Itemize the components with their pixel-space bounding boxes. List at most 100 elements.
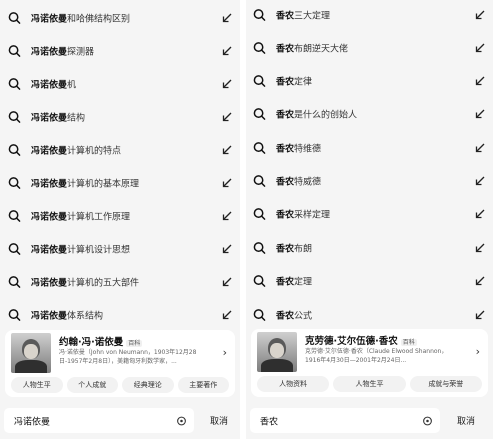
suggestion-item[interactable]: 香农三大定理 [246,0,493,31]
suggestion-text: 香农采样定理 [276,210,331,220]
search-icon [253,174,266,187]
card-tag[interactable]: 成就与荣誉 [409,376,482,392]
search-panel-left: 冯诺依曼和哈佛结构区别 冯诺依曼探测器 冯诺依曼机 冯诺依曼结构 冯诺依曼计算机… [0,0,240,439]
search-icon [253,74,266,87]
suggestion-item[interactable]: 冯诺依曼体系结构 [0,298,240,331]
suggestion-item[interactable]: 冯诺依曼结构 [0,100,240,133]
fill-query-arrow-icon[interactable] [222,145,232,155]
clear-icon[interactable] [423,416,432,425]
search-icon [8,209,21,222]
search-icon [253,107,266,120]
search-icon [253,207,266,220]
card-tag[interactable]: 人物生平 [333,376,406,392]
search-icon [8,242,21,255]
fill-query-arrow-icon[interactable] [475,143,485,153]
search-icon [253,8,266,21]
suggestion-item[interactable]: 香农布朗逆天大佬 [246,31,493,64]
suggestion-item[interactable]: 冯诺依曼计算机的五大部件 [0,265,240,298]
suggestion-item[interactable]: 冯诺依曼计算机工作原理 [0,199,240,232]
card-tag[interactable]: 经典理论 [122,377,174,393]
suggestion-item[interactable]: 香农采样定理 [246,197,493,230]
suggestion-item[interactable]: 冯诺依曼和哈佛结构区别 [0,1,240,34]
person-photo [257,332,297,372]
search-icon [8,275,21,288]
fill-query-arrow-icon[interactable] [475,276,485,286]
fill-query-arrow-icon[interactable] [222,13,232,23]
card-description: 克劳德·艾尔伍德·香农（Claude Elwood Shannon，1916年4… [305,348,448,364]
suggestion-text: 香农公式 [276,311,313,321]
search-panel-right: 香农三大定理 香农布朗逆天大佬 香农定律 香农是什么的创始人 香农特维德 香农特… [246,0,493,439]
fill-query-arrow-icon[interactable] [222,211,232,221]
suggestion-item[interactable]: 冯诺依曼计算机的基本原理 [0,166,240,199]
encyclopedia-card[interactable]: 克劳德·艾尔伍德·香农 百科 克劳德·艾尔伍德·香农（Claude Elwood … [251,329,488,397]
suggestion-item[interactable]: 香农是什么的创始人 [246,97,493,130]
search-icon [8,143,21,156]
clear-icon[interactable] [177,416,186,425]
suggestion-text: 冯诺依曼计算机设计思想 [31,245,131,255]
suggestion-item[interactable]: 香农特维德 [246,131,493,164]
search-icon [8,110,21,123]
baike-badge: 百科 [400,339,417,346]
card-description: 冯·诺依曼（John von Neumann，1903年12月28日-1957年… [59,349,197,365]
encyclopedia-card[interactable]: 约翰·冯·诺依曼 百科 冯·诺依曼（John von Neumann，1903年1… [5,330,235,397]
fill-query-arrow-icon[interactable] [475,109,485,119]
fill-query-arrow-icon[interactable] [222,79,232,89]
cancel-button[interactable]: 取消 [457,408,475,433]
fill-query-arrow-icon[interactable] [222,112,232,122]
cancel-button[interactable]: 取消 [210,408,228,433]
fill-query-arrow-icon[interactable] [475,10,485,20]
suggestion-item[interactable]: 香农定理 [246,264,493,297]
search-icon [8,77,21,90]
chevron-right-icon[interactable]: › [476,345,480,358]
search-icon [8,176,21,189]
search-icon [253,141,266,154]
fill-query-arrow-icon[interactable] [475,310,485,320]
card-tag[interactable]: 个人成就 [66,377,118,393]
search-icon [253,41,266,54]
suggestion-text: 冯诺依曼结构 [31,113,86,123]
card-title: 克劳德·艾尔伍德·香农 百科 [305,336,417,347]
fill-query-arrow-icon[interactable] [222,244,232,254]
fill-query-arrow-icon[interactable] [222,178,232,188]
fill-query-arrow-icon[interactable] [222,277,232,287]
fill-query-arrow-icon[interactable] [475,43,485,53]
suggestion-item[interactable]: 冯诺依曼计算机设计思想 [0,232,240,265]
search-input-value: 香农 [260,417,279,427]
suggestion-item[interactable]: 冯诺依曼计算机的特点 [0,133,240,166]
fill-query-arrow-icon[interactable] [475,243,485,253]
search-input[interactable]: 冯诺依曼 [4,408,194,433]
card-tag[interactable]: 主要著作 [177,377,229,393]
search-icon [8,308,21,321]
suggestion-item[interactable]: 冯诺依曼机 [0,67,240,100]
suggestion-text: 香农布朗 [276,244,313,254]
card-tag[interactable]: 人物生平 [11,377,63,393]
search-input[interactable]: 香农 [250,408,440,433]
suggestion-text: 香农是什么的创始人 [276,110,358,120]
suggestion-text: 香农特威德 [276,177,322,187]
card-tag-row: 人物资料 人物生平 成就与荣誉 [257,376,482,392]
suggestion-text: 香农三大定理 [276,11,331,21]
card-tag[interactable]: 人物资料 [257,376,330,392]
fill-query-arrow-icon[interactable] [475,176,485,186]
suggestion-text: 香农定律 [276,77,313,87]
suggestion-text: 香农特维德 [276,144,322,154]
search-input-value: 冯诺依曼 [14,417,51,427]
suggestion-text: 冯诺依曼探测器 [31,47,95,57]
suggestion-item[interactable]: 香农公式 [246,298,493,331]
suggestion-text: 冯诺依曼机 [31,80,77,90]
fill-query-arrow-icon[interactable] [222,46,232,56]
chevron-right-icon[interactable]: › [223,346,227,359]
suggestion-item[interactable]: 香农定律 [246,64,493,97]
search-icon [253,274,266,287]
card-title: 约翰·冯·诺依曼 百科 [59,337,143,348]
suggestion-item[interactable]: 香农布朗 [246,231,493,264]
suggestion-item[interactable]: 香农特威德 [246,164,493,197]
fill-query-arrow-icon[interactable] [475,76,485,86]
suggestion-item[interactable]: 冯诺依曼探测器 [0,34,240,67]
fill-query-arrow-icon[interactable] [475,209,485,219]
fill-query-arrow-icon[interactable] [222,310,232,320]
suggestion-text: 冯诺依曼和哈佛结构区别 [31,14,131,24]
suggestion-text: 香农布朗逆天大佬 [276,44,349,54]
suggestion-text: 冯诺依曼计算机的特点 [31,146,122,156]
suggestion-text: 香农定理 [276,277,313,287]
